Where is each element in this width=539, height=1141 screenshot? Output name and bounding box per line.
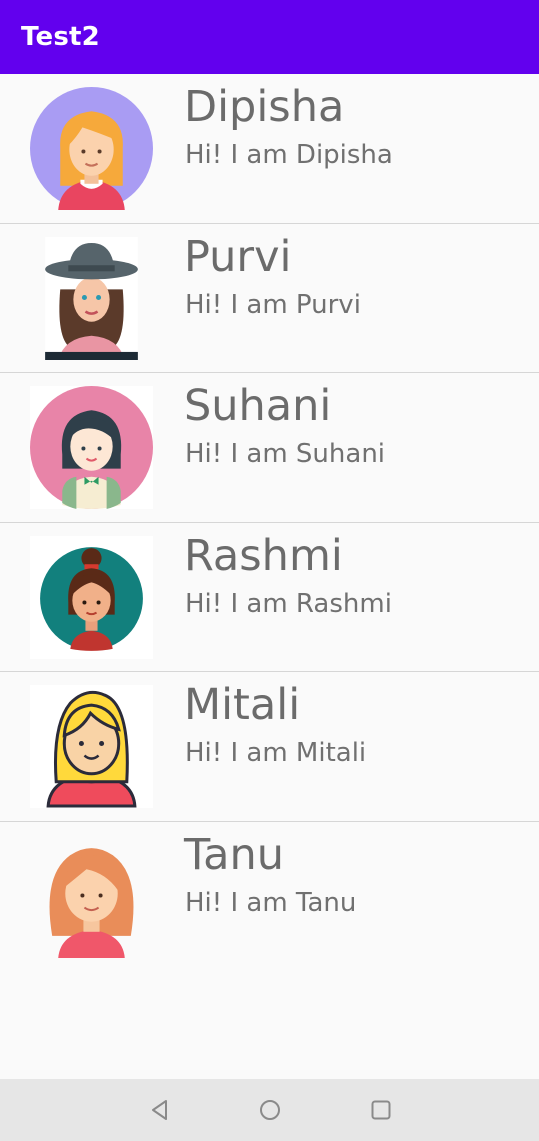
- app-bar: Test2: [0, 0, 539, 74]
- list-item[interactable]: Rashmi Hi! I am Rashmi: [0, 523, 539, 672]
- home-circle-icon[interactable]: [257, 1097, 283, 1123]
- contact-name: Suhani: [184, 381, 332, 431]
- app-title: Test2: [21, 22, 100, 52]
- app-screen: Test2 Dipisha Hi! I am Dipisha Purvi Hi!…: [0, 0, 539, 1141]
- contact-name: Tanu: [184, 829, 285, 880]
- girl-avatar-ginger-icon: [30, 835, 153, 958]
- girl-avatar-yellow-hair-icon: [30, 685, 153, 808]
- contact-list[interactable]: Dipisha Hi! I am Dipisha Purvi Hi! I am …: [0, 74, 539, 971]
- list-item[interactable]: Suhani Hi! I am Suhani: [0, 373, 539, 523]
- girl-avatar-hat-icon: [30, 236, 153, 360]
- girl-avatar-bob-icon: [30, 386, 153, 509]
- back-triangle-icon[interactable]: [147, 1097, 173, 1123]
- contact-name: Rashmi: [184, 530, 343, 581]
- contact-greeting: Hi! I am Tanu: [185, 887, 357, 918]
- list-item[interactable]: Purvi Hi! I am Purvi: [0, 224, 539, 373]
- system-nav-bar: [0, 1079, 539, 1141]
- contact-greeting: Hi! I am Rashmi: [185, 588, 392, 619]
- contact-greeting: Hi! I am Suhani: [185, 439, 386, 469]
- contact-name: Mitali: [184, 680, 301, 730]
- contact-greeting: Hi! I am Purvi: [185, 289, 361, 320]
- contact-greeting: Hi! I am Mitali: [185, 738, 367, 768]
- list-item[interactable]: Tanu Hi! I am Tanu: [0, 822, 539, 972]
- list-item[interactable]: Mitali Hi! I am Mitali: [0, 672, 539, 822]
- girl-avatar-bun-icon: [30, 535, 153, 659]
- list-item[interactable]: Dipisha Hi! I am Dipisha: [0, 74, 539, 224]
- recents-square-icon[interactable]: [368, 1097, 394, 1123]
- girl-avatar-blonde-icon: [30, 87, 153, 210]
- contact-name: Dipisha: [184, 82, 345, 132]
- contact-name: Purvi: [184, 231, 292, 282]
- contact-greeting: Hi! I am Dipisha: [185, 140, 393, 170]
